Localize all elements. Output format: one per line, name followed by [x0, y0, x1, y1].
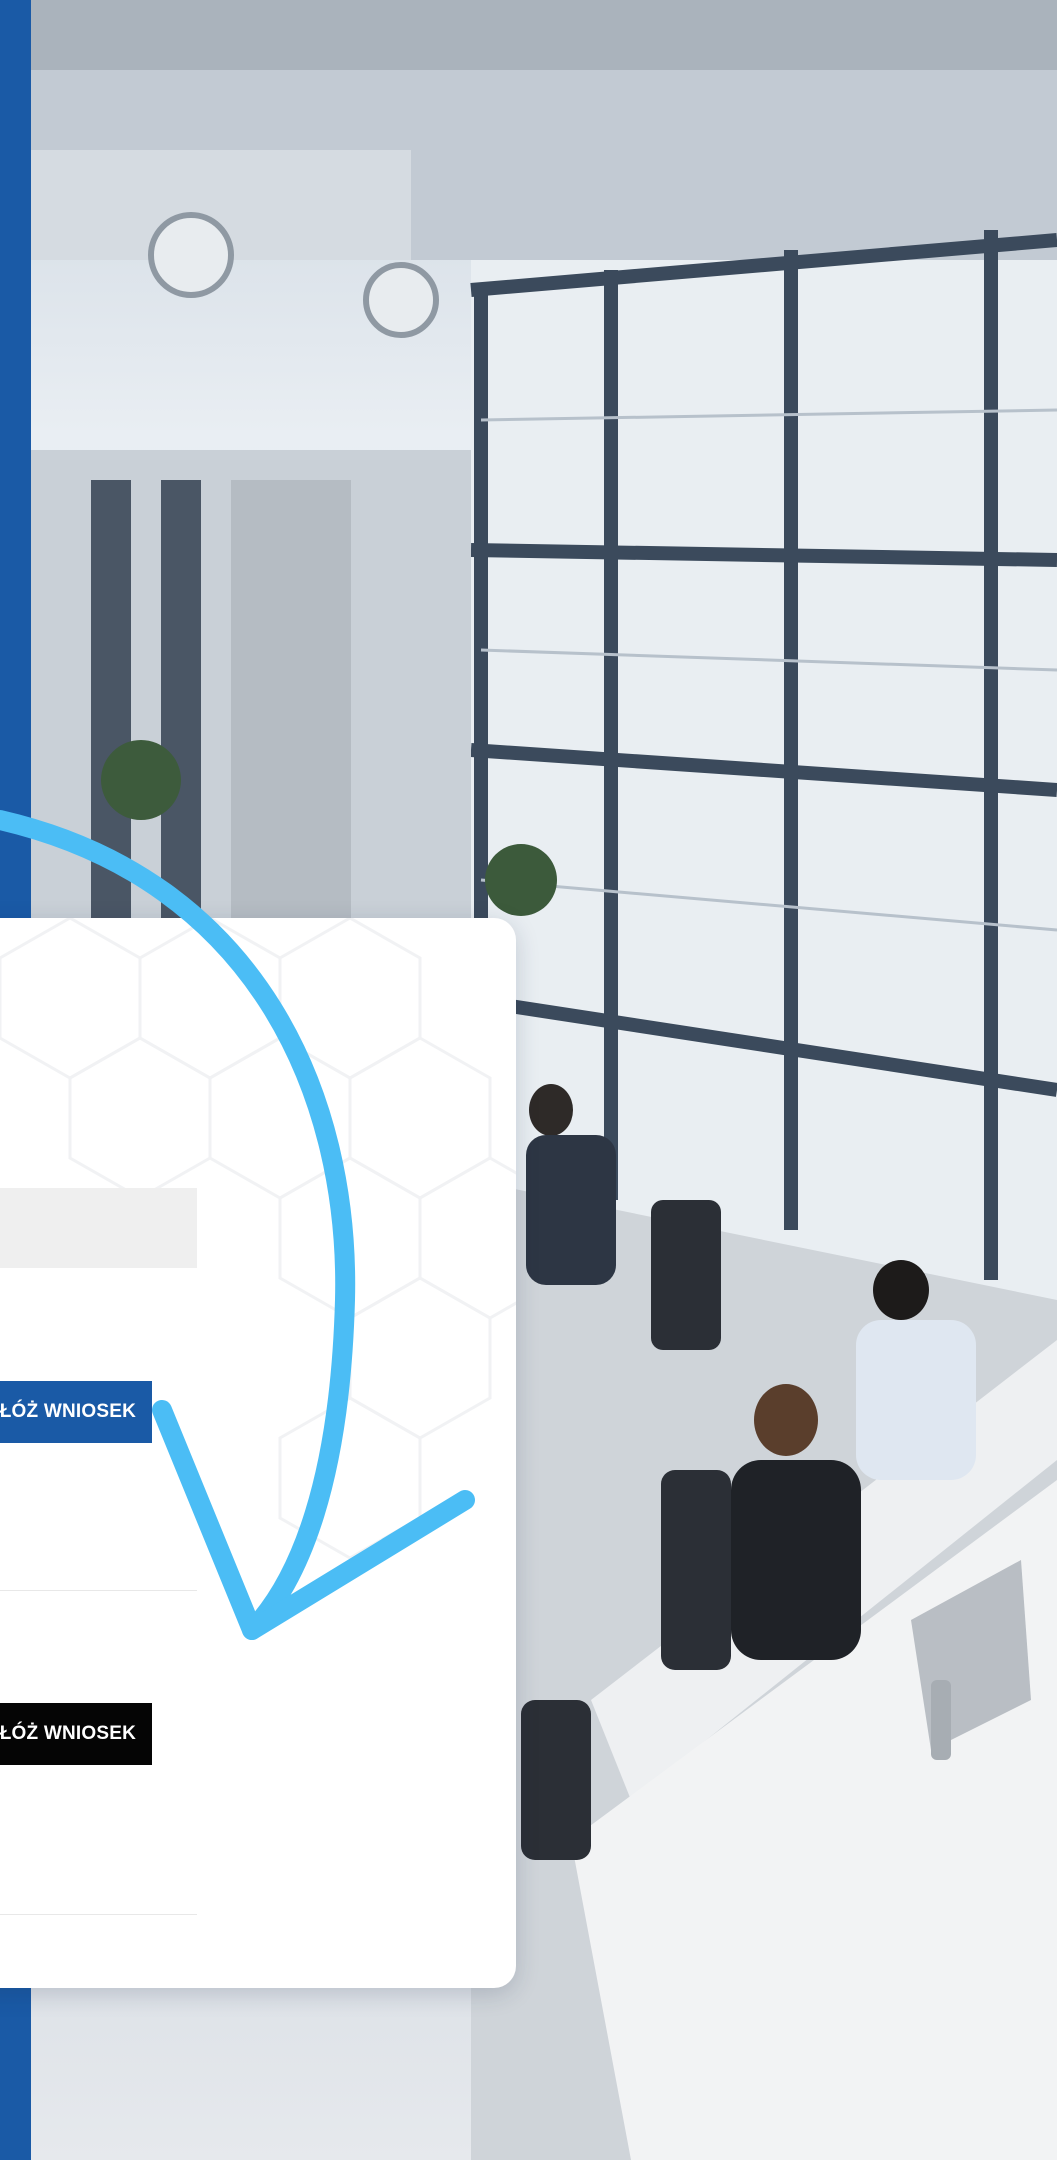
divider	[0, 1914, 197, 1915]
text-input-field[interactable]	[0, 1188, 197, 1268]
hex-pattern	[0, 918, 516, 1560]
submit-application-button-secondary[interactable]: ŁÓŻ WNIOSEK	[0, 1703, 152, 1765]
submit-application-button[interactable]: ŁÓŻ WNIOSEK	[0, 1381, 152, 1443]
divider	[0, 1590, 197, 1591]
application-card: ŁÓŻ WNIOSEK ŁÓŻ WNIOSEK	[0, 918, 516, 1988]
